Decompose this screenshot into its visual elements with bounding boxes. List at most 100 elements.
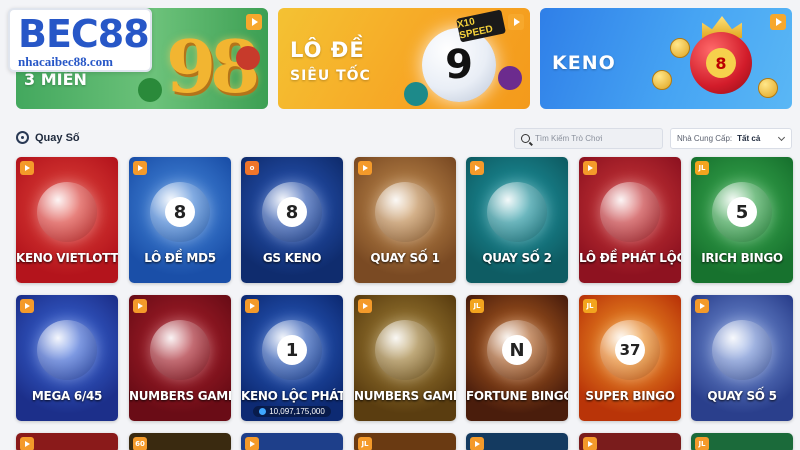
game-title: NUMBERS GAME 2: [354, 389, 456, 403]
play-badge-icon: [20, 161, 34, 175]
play-badge-icon: [695, 299, 709, 313]
game-title: GS KENO: [262, 251, 322, 265]
game-title: QUAY SỐ 5: [707, 389, 777, 403]
banner-keno[interactable]: KENO 8: [540, 8, 792, 109]
provider-badge: JL: [695, 161, 709, 175]
chevron-down-icon: [777, 133, 786, 142]
banner-lo-de-sieu-toc[interactable]: LÔ ĐỀ SIÊU TỐC 9 X10 SPEED: [278, 8, 530, 109]
banner-title: 3 MIỀN: [24, 70, 87, 89]
jackpot-icon: [259, 408, 267, 415]
game-tile[interactable]: JL N FORTUNE BINGO: [466, 295, 568, 421]
crown-ball-icon: 8: [150, 182, 210, 243]
game-title: KENO LỘC PHÁT: [241, 389, 343, 403]
play-badge-icon: [245, 437, 259, 450]
play-badge-icon: [470, 161, 484, 175]
game-tile[interactable]: JL: [691, 433, 793, 450]
search-input[interactable]: [535, 134, 655, 143]
game-tile[interactable]: JL: [354, 433, 456, 450]
keno-balls-icon: 1: [262, 320, 322, 381]
coin-icon: [758, 78, 778, 98]
play-badge-icon: [133, 299, 147, 313]
game-tile[interactable]: KENO VIETLOTT: [16, 157, 118, 283]
provider-badge: o: [245, 161, 259, 175]
ball-icon: [138, 78, 162, 102]
banner-title: LÔ ĐỀ: [290, 38, 365, 62]
ball-9-icon: 9: [422, 28, 496, 102]
logo-url: nhacaibec88.com: [18, 54, 113, 69]
speed-badge: X10 SPEED: [456, 9, 506, 43]
game-tile[interactable]: QUAY SỐ 1: [354, 157, 456, 283]
play-badge-icon: [20, 299, 34, 313]
coin-icon: [670, 38, 690, 58]
n-ball-icon: N: [487, 320, 547, 381]
provider-badge: JL: [470, 299, 484, 313]
game-tile[interactable]: LÔ ĐỀ PHÁT LỘC: [579, 157, 681, 283]
ball-number: 8: [706, 48, 736, 78]
game-tile[interactable]: MEGA 6/45: [16, 295, 118, 421]
game-title: QUAY SỐ 1: [370, 251, 440, 265]
ball-number: 8: [277, 197, 307, 228]
crowned-ball-icon: 5: [712, 182, 772, 243]
play-badge-icon: [508, 14, 524, 30]
provider-select[interactable]: Nhà Cung Cấp: Tất cả: [670, 128, 792, 149]
play-badge-icon: [583, 437, 597, 450]
game-title: SUPER BINGO: [585, 389, 675, 403]
page: 9 8 3 MIỀN LÔ ĐỀ SIÊU TỐC 9 X10 SPEED KEN…: [0, 0, 800, 450]
provider-badge: JL: [583, 299, 597, 313]
ball-icon: [498, 66, 522, 90]
game-title: LÔ ĐỀ MD5: [144, 251, 216, 265]
play-badge-icon: [358, 299, 372, 313]
section-title-label: Quay Số: [35, 131, 80, 144]
provider-badge: JL: [695, 437, 709, 450]
play-badge-icon: [20, 437, 34, 450]
game-tile[interactable]: [466, 433, 568, 450]
play-badge-icon: [246, 14, 262, 30]
play-badge-icon: [583, 161, 597, 175]
jackpot-value: 10,097,175,000: [269, 407, 325, 416]
ferris-drum-icon: [37, 320, 97, 381]
ball-number: N: [502, 335, 532, 366]
provider-value: Tất cả: [737, 134, 761, 143]
lottery-drum-icon: [375, 182, 435, 243]
game-title: LÔ ĐỀ PHÁT LỘC: [579, 251, 681, 265]
fire-ball-icon: 37: [600, 320, 660, 381]
coin-icon: [652, 70, 672, 90]
banner-title: KENO: [552, 52, 616, 74]
game-tile[interactable]: o 8 GS KENO: [241, 157, 343, 283]
search-icon[interactable]: [521, 134, 530, 143]
banner-subtitle: SIÊU TỐC: [290, 68, 371, 84]
game-title: NUMBERS GAME: [129, 389, 231, 403]
game-tile[interactable]: QUAY SỐ 2: [466, 157, 568, 283]
game-tile[interactable]: NUMBERS GAME 2: [354, 295, 456, 421]
game-tile[interactable]: JL 5 IRICH BINGO: [691, 157, 793, 283]
search-box[interactable]: [514, 128, 663, 149]
section-header: Quay Số Nhà Cung Cấp: Tất cả: [16, 128, 792, 152]
keno-ball-icon: 8: [690, 32, 752, 94]
game-tile[interactable]: QUAY SỐ 5: [691, 295, 793, 421]
play-badge-icon: [358, 161, 372, 175]
provider-badge: 60: [133, 437, 147, 450]
logo-wordmark: BEC88: [18, 12, 150, 56]
game-tile[interactable]: [579, 433, 681, 450]
ball-number: 8: [165, 197, 195, 228]
ball-number: 5: [727, 197, 757, 228]
game-tile[interactable]: JL 37 SUPER BINGO: [579, 295, 681, 421]
bingo-card-icon: [150, 320, 210, 381]
game-tile[interactable]: 1 KENO LỘC PHÁT 10,097,175,000: [241, 295, 343, 421]
play-badge-icon: [245, 299, 259, 313]
game-title: MEGA 6/45: [31, 389, 103, 403]
provider-label: Nhà Cung Cấp:: [677, 134, 733, 143]
game-tile[interactable]: [16, 433, 118, 450]
jackpot-counter: 10,097,175,000: [253, 406, 331, 417]
number-board-icon: [375, 320, 435, 381]
play-badge-icon: [470, 437, 484, 450]
wheel-icon: [712, 320, 772, 381]
billiard-balls-icon: 8: [262, 182, 322, 243]
glass-drum-icon: [487, 182, 547, 243]
game-tile[interactable]: 60: [129, 433, 231, 450]
gold-ticket-icon: [600, 182, 660, 243]
site-logo[interactable]: BEC88 nhacaibec88.com: [8, 8, 152, 72]
game-tile[interactable]: NUMBERS GAME: [129, 295, 231, 421]
game-tile[interactable]: 8 LÔ ĐỀ MD5: [129, 157, 231, 283]
game-tile[interactable]: [241, 433, 343, 450]
